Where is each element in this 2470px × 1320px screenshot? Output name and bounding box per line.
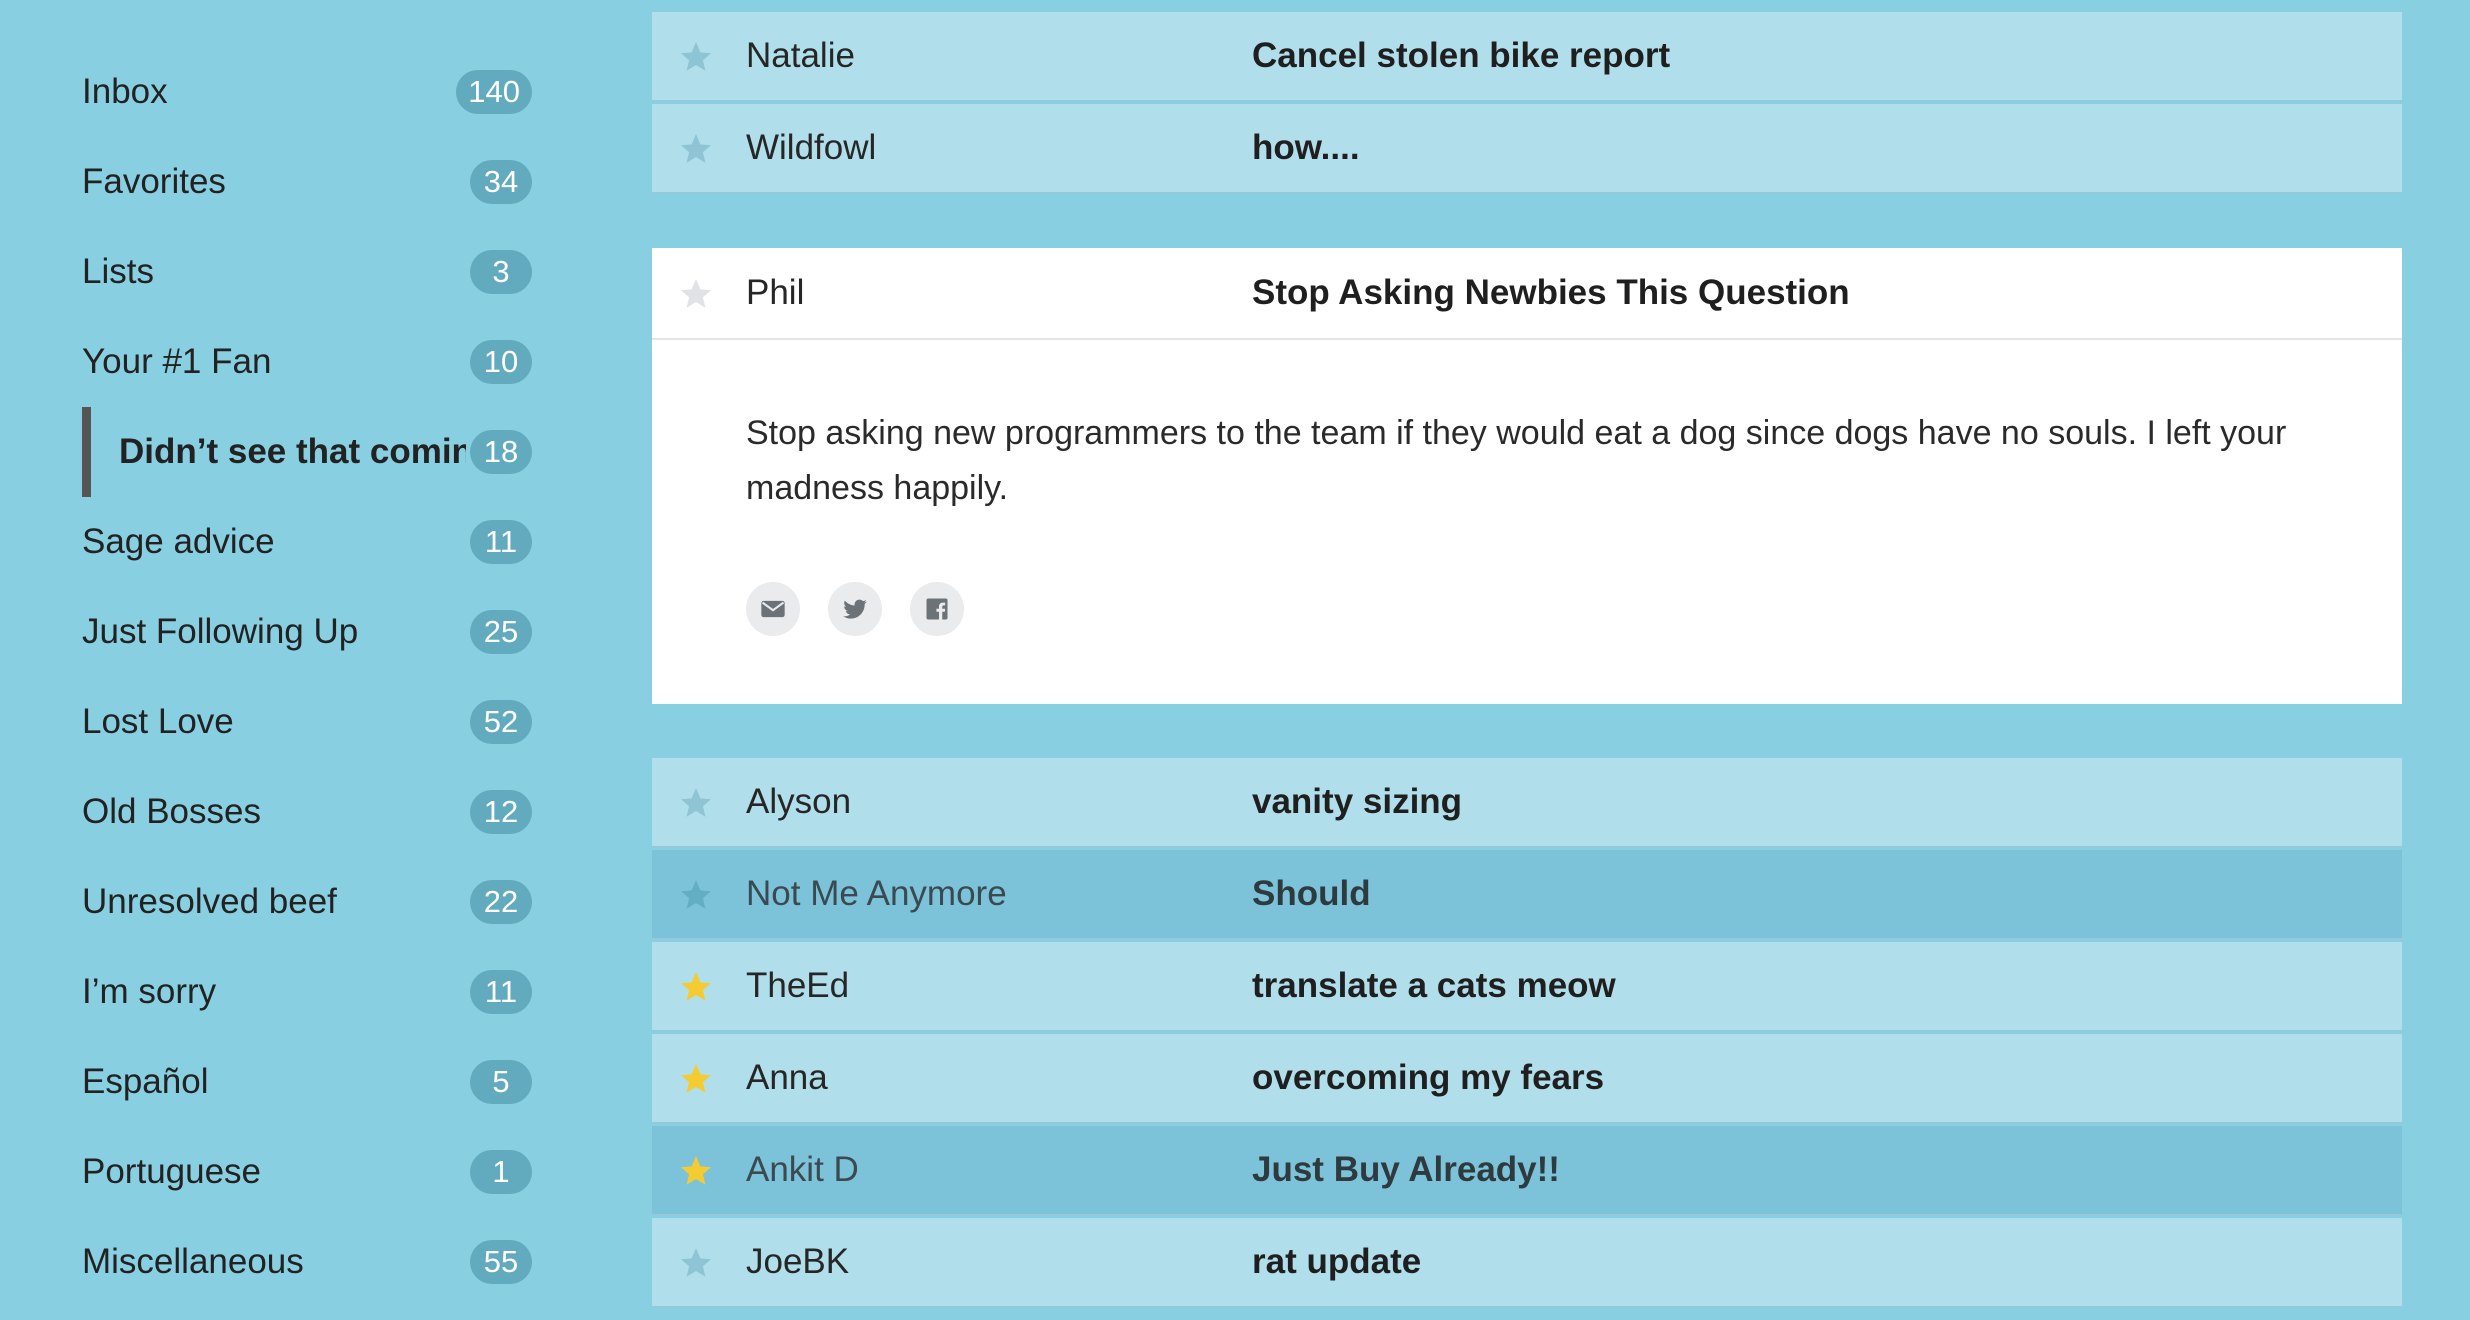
message-sender: Not Me Anymore <box>746 874 1007 913</box>
message-row[interactable]: Anna overcoming my fears <box>652 1034 2402 1124</box>
sidebar-item-label: Lists <box>82 252 154 291</box>
share-facebook-button[interactable] <box>910 582 964 636</box>
count-badge: 34 <box>470 160 532 204</box>
count-badge: 55 <box>470 1240 532 1284</box>
sidebar-item-favorites[interactable]: Favorites 34 <box>82 137 532 227</box>
star-icon[interactable] <box>678 276 714 312</box>
message-sender: Alyson <box>746 782 852 821</box>
message-row[interactable]: Natalie Cancel stolen bike report <box>652 12 2402 102</box>
twitter-icon <box>843 599 868 619</box>
star-icon[interactable] <box>678 131 714 167</box>
message-sender: TheEd <box>746 966 850 1005</box>
message-subject: vanity sizing <box>1252 782 1463 821</box>
message-row[interactable]: Not Me Anymore Should <box>652 850 2402 940</box>
sidebar-item-sage-advice[interactable]: Sage advice 11 <box>82 497 532 587</box>
message-sender: JoeBK <box>746 1242 850 1281</box>
sidebar-item-lost-love[interactable]: Lost Love 52 <box>82 677 532 767</box>
star-icon[interactable] <box>678 877 714 913</box>
count-badge: 52 <box>470 700 532 744</box>
count-badge: 3 <box>470 250 532 294</box>
message-list: Natalie Cancel stolen bike report Wildfo… <box>652 0 2402 1320</box>
message-subject: Cancel stolen bike report <box>1252 36 1671 75</box>
count-badge: 25 <box>470 610 532 654</box>
star-icon[interactable] <box>678 1153 714 1189</box>
sidebar-item-portuguese[interactable]: Portuguese 1 <box>82 1127 532 1217</box>
sidebar-item-just-following-up[interactable]: Just Following Up 25 <box>82 587 532 677</box>
message-sender: Ankit D <box>746 1150 859 1189</box>
star-icon[interactable] <box>678 969 714 1005</box>
sidebar-item-label: Portuguese <box>82 1152 262 1191</box>
message-row[interactable]: Ankit D Just Buy Already!! <box>652 1126 2402 1216</box>
star-icon[interactable] <box>678 1245 714 1281</box>
sidebar-item-label: Sage advice <box>82 522 275 561</box>
sidebar-item-im-sorry[interactable]: I’m sorry 11 <box>82 947 532 1037</box>
sidebar-item-label: Español <box>82 1062 209 1101</box>
sidebar-item-lists[interactable]: Lists 3 <box>82 227 532 317</box>
sidebar-item-label: Inbox <box>82 72 168 111</box>
star-icon[interactable] <box>678 785 714 821</box>
sidebar-item-label: Lost Love <box>82 702 234 741</box>
sidebar-item-label: Favorites <box>82 162 226 201</box>
message-row[interactable]: JoeBK rat update <box>652 1218 2402 1308</box>
count-badge: 11 <box>470 970 532 1014</box>
message-subject: Should <box>1252 874 1371 913</box>
sidebar-item-label: Miscellaneous <box>82 1242 304 1281</box>
open-message-header[interactable]: Phil Stop Asking Newbies This Question <box>652 248 2402 340</box>
share-twitter-button[interactable] <box>828 582 882 636</box>
message-subject: Stop Asking Newbies This Question <box>1252 273 1850 312</box>
sidebar-item-label: I’m sorry <box>82 972 217 1011</box>
count-badge: 10 <box>470 340 532 384</box>
star-icon[interactable] <box>678 39 714 75</box>
sidebar-item-label: Just Following Up <box>82 612 359 651</box>
sidebar-item-unresolved-beef[interactable]: Unresolved beef 22 <box>82 857 532 947</box>
sidebar: Inbox 140 Favorites 34 Lists 3 Your #1 F… <box>0 0 600 1320</box>
count-badge: 140 <box>456 70 532 114</box>
active-indicator <box>82 407 91 497</box>
facebook-icon <box>926 598 948 620</box>
message-subject: rat update <box>1252 1242 1422 1281</box>
message-subject: translate a cats meow <box>1252 966 1616 1005</box>
share-email-button[interactable] <box>746 582 800 636</box>
sidebar-item-didnt-see-that-coming[interactable]: Didn’t see that coming 18 <box>82 407 532 497</box>
message-subject: overcoming my fears <box>1252 1058 1605 1097</box>
sidebar-item-your-1-fan[interactable]: Your #1 Fan 10 <box>82 317 532 407</box>
message-row[interactable]: TheEd translate a cats meow <box>652 942 2402 1032</box>
count-badge: 12 <box>470 790 532 834</box>
message-body: Stop asking new programmers to the team … <box>746 414 2287 507</box>
count-badge: 1 <box>470 1150 532 1194</box>
mail-icon <box>761 600 785 618</box>
message-subject: how.... <box>1252 128 1360 167</box>
count-badge: 5 <box>470 1060 532 1104</box>
sidebar-item-label: Old Bosses <box>82 792 261 831</box>
count-badge: 18 <box>470 430 532 474</box>
star-icon[interactable] <box>678 1061 714 1097</box>
message-sender: Phil <box>746 273 805 312</box>
message-sender: Wildfowl <box>746 128 877 167</box>
message-sender: Anna <box>746 1058 828 1097</box>
sidebar-item-miscellaneous[interactable]: Miscellaneous 55 <box>82 1217 532 1307</box>
sidebar-item-label: Your #1 Fan <box>82 342 272 381</box>
sidebar-item-old-bosses[interactable]: Old Bosses 12 <box>82 767 532 857</box>
share-actions <box>746 582 992 636</box>
sidebar-item-label: Unresolved beef <box>82 882 337 921</box>
message-row[interactable]: Wildfowl how.... <box>652 104 2402 194</box>
sidebar-item-inbox[interactable]: Inbox 140 <box>82 47 532 137</box>
sidebar-item-label: Didn’t see that coming <box>119 432 466 471</box>
message-sender: Natalie <box>746 36 855 75</box>
message-row[interactable]: Alyson vanity sizing <box>652 758 2402 848</box>
message-subject: Just Buy Already!! <box>1252 1150 1560 1189</box>
sidebar-item-espanol[interactable]: Español 5 <box>82 1037 532 1127</box>
count-badge: 11 <box>470 520 532 564</box>
count-badge: 22 <box>470 880 532 924</box>
